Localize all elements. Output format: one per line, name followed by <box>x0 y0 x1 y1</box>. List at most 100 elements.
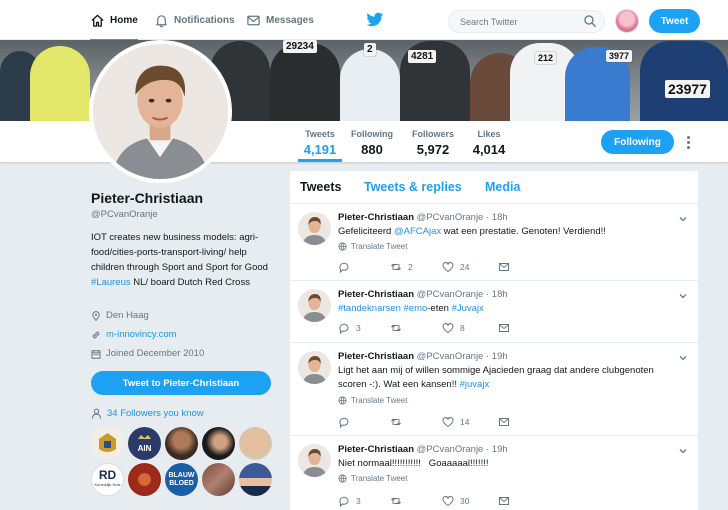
retweet-button[interactable] <box>390 495 408 507</box>
follower-avatar[interactable] <box>128 463 161 496</box>
calendar-icon <box>91 349 101 359</box>
retweet-button[interactable]: 2 <box>390 261 413 273</box>
search-icon[interactable] <box>583 14 597 28</box>
bell-icon <box>156 14 167 27</box>
reply-button[interactable]: 3 <box>338 322 361 334</box>
translate-label: Translate Tweet <box>351 474 408 483</box>
nav-home[interactable]: Home <box>90 0 138 41</box>
heart-icon <box>442 262 454 273</box>
follower-avatar[interactable] <box>202 427 235 460</box>
profile-avatar[interactable] <box>89 40 232 183</box>
tweet-author-avatar[interactable] <box>298 289 331 322</box>
follower-avatar[interactable]: AIN <box>128 427 161 460</box>
reply-count: 3 <box>356 323 361 333</box>
tweet-item[interactable]: Pieter-Christiaan @PCvanOranje · 18h Gef… <box>290 204 698 281</box>
translate-tweet-link[interactable]: Translate Tweet <box>338 242 407 251</box>
follower-avatar[interactable] <box>202 463 235 496</box>
tweet-actions: 14 <box>338 416 538 430</box>
link-icon <box>92 331 100 338</box>
direct-message-button[interactable] <box>498 261 510 273</box>
tweet-to-button[interactable]: Tweet to Pieter-Christiaan <box>91 371 271 395</box>
tweet-author-name[interactable]: Pieter-Christiaan <box>338 289 414 300</box>
bib-23977: 23977 <box>665 80 710 98</box>
tab-tweets-replies[interactable]: Tweets & replies <box>364 180 462 194</box>
hashtag-link[interactable]: #tandeknarsen <box>338 303 401 314</box>
stat-following[interactable]: Following 880 <box>350 121 394 162</box>
like-count: 24 <box>460 262 470 272</box>
stat-following-value: 880 <box>361 142 383 157</box>
heart-icon <box>442 496 454 507</box>
direct-message-button[interactable] <box>498 416 510 428</box>
retweet-button[interactable] <box>390 416 408 428</box>
direct-message-button[interactable] <box>498 495 510 507</box>
website-link[interactable]: m-innovincy.com <box>106 329 177 340</box>
compose-tweet-button[interactable]: Tweet <box>649 9 700 33</box>
follower-avatar[interactable] <box>239 463 272 496</box>
tweet-item[interactable]: Pieter-Christiaan @PCvanOranje · 19h Lig… <box>290 343 698 436</box>
bib-2: 2 <box>364 43 376 56</box>
follower-avatar[interactable] <box>239 427 272 460</box>
tweet-author-avatar[interactable] <box>298 212 331 245</box>
tweet-author-avatar[interactable] <box>298 444 331 477</box>
chevron-down-icon[interactable] <box>678 446 688 456</box>
follower-avatar[interactable] <box>165 427 198 460</box>
tweet-text: #tandeknarsen #emo-eten #Juvajx <box>338 302 678 316</box>
followers-you-know-link[interactable]: 34 Followers you know <box>91 408 204 419</box>
chevron-down-icon[interactable] <box>678 291 688 301</box>
chevron-down-icon[interactable] <box>678 353 688 363</box>
like-button[interactable]: 24 <box>442 261 469 273</box>
reply-button[interactable] <box>338 416 356 428</box>
tweet-item[interactable]: Pieter-Christiaan @PCvanOranje · 18h #ta… <box>290 281 698 343</box>
tab-media[interactable]: Media <box>485 180 520 194</box>
tweet-header: Pieter-Christiaan @PCvanOranje · 19h <box>338 444 508 455</box>
reply-button[interactable]: 3 <box>338 495 361 507</box>
ain-logo-text: AIN <box>137 444 152 453</box>
like-button[interactable]: 30 <box>442 495 469 507</box>
like-button[interactable]: 14 <box>442 416 469 428</box>
tweet-handle-time: @PCvanOranje · 19h <box>416 351 508 362</box>
stat-likes-value: 4,014 <box>472 142 506 157</box>
translate-label: Translate Tweet <box>351 396 408 405</box>
hashtag-link[interactable]: #emo <box>404 303 428 314</box>
follower-avatar[interactable] <box>91 427 124 460</box>
more-options-icon[interactable] <box>684 136 692 150</box>
stat-likes[interactable]: Likes 4,014 <box>470 121 508 162</box>
stat-tweets[interactable]: Tweets 4,191 <box>298 121 342 162</box>
stat-followers[interactable]: Followers 5,972 <box>410 121 456 162</box>
globe-icon <box>338 242 347 251</box>
translate-tweet-link[interactable]: Translate Tweet <box>338 396 407 405</box>
tweet-author-name[interactable]: Pieter-Christiaan <box>338 444 414 455</box>
tweet-timeline: Tweets Tweets & replies Media Pieter-Chr… <box>290 171 698 510</box>
translate-label: Translate Tweet <box>351 242 408 251</box>
hashtag-link[interactable]: #juvajx <box>460 379 490 390</box>
reply-button[interactable] <box>338 261 356 273</box>
bio-text-1: IOT creates new business models: agri-fo… <box>91 232 268 273</box>
tweet-author-name[interactable]: Pieter-Christiaan <box>338 351 414 362</box>
tweet-author-name[interactable]: Pieter-Christiaan <box>338 212 414 223</box>
location-text: Den Haag <box>106 310 149 321</box>
stat-following-label: Following <box>351 129 393 139</box>
like-button[interactable]: 8 <box>442 322 465 334</box>
tweet-item[interactable]: Pieter-Christiaan @PCvanOranje · 19h Nie… <box>290 436 698 510</box>
account-avatar[interactable] <box>615 9 639 33</box>
twitter-bird-icon[interactable] <box>366 12 384 28</box>
retweet-button[interactable] <box>390 322 408 334</box>
tweet-handle-time: @PCvanOranje · 19h <box>416 444 508 455</box>
mention-link[interactable]: @AFCAjax <box>394 226 441 237</box>
follower-avatar[interactable]: BLAUW BLOED <box>165 463 198 496</box>
nav-notifications[interactable]: Notifications <box>154 0 235 40</box>
translate-tweet-link[interactable]: Translate Tweet <box>338 474 407 483</box>
follower-avatar[interactable]: RD Koninklijk Huis <box>91 463 124 496</box>
nav-messages[interactable]: Messages <box>246 0 314 40</box>
chevron-down-icon[interactable] <box>678 214 688 224</box>
reply-icon <box>339 262 349 273</box>
reply-count: 3 <box>356 496 361 506</box>
search-input[interactable] <box>448 10 605 33</box>
hashtag-link[interactable]: #Juvajx <box>452 303 484 314</box>
tweet-author-avatar[interactable] <box>298 351 331 384</box>
like-count: 14 <box>460 417 470 427</box>
bio-hashtag-link[interactable]: #Laureus <box>91 277 131 288</box>
following-button[interactable]: Following <box>601 130 674 154</box>
tab-tweets[interactable]: Tweets <box>300 180 341 194</box>
direct-message-button[interactable] <box>498 322 510 334</box>
